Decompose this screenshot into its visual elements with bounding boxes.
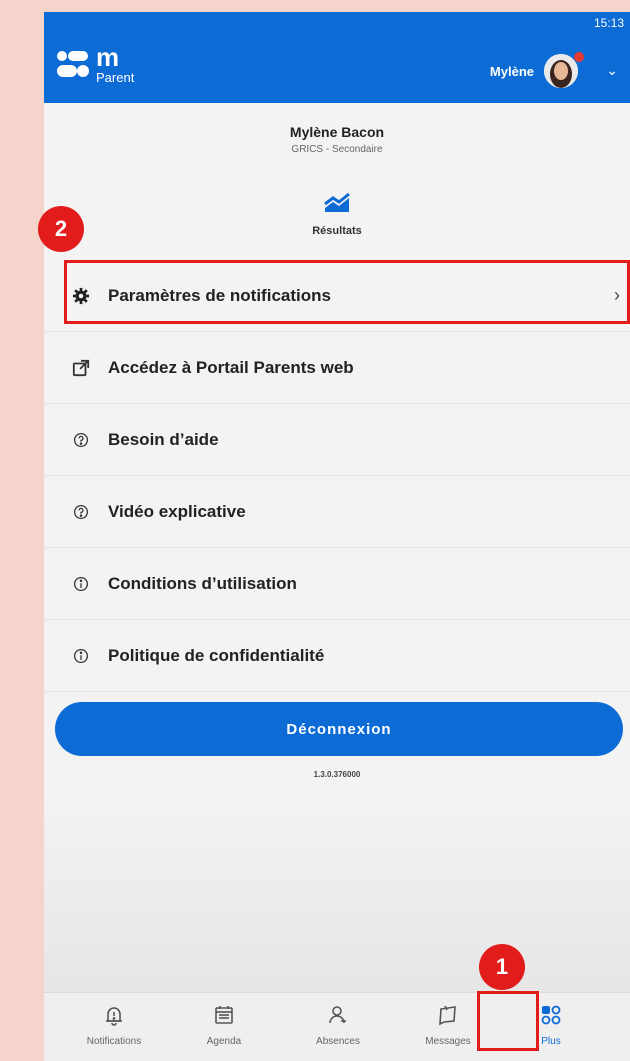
results-label: Résultats — [312, 225, 362, 237]
background-fade — [44, 792, 630, 992]
profile-block: Mylène Bacon GRICS - Secondaire — [44, 124, 630, 155]
chart-trend-icon — [324, 192, 350, 212]
menu-item-portal-web[interactable]: Accédez à Portail Parents web — [44, 332, 630, 404]
menu-item-help[interactable]: Besoin d’aide — [44, 404, 630, 476]
tab-label: Agenda — [206, 1036, 242, 1047]
message-icon — [439, 1005, 456, 1026]
bottom-tab-bar: Notifications Agenda Absences Messages P… — [44, 992, 630, 1061]
menu-item-notification-settings[interactable]: Paramètres de notifications › — [44, 260, 630, 332]
help-circle-icon — [70, 429, 92, 451]
info-icon — [70, 573, 92, 595]
settings-menu: Paramètres de notifications › Accédez à … — [44, 260, 630, 692]
logo-icon — [57, 51, 89, 77]
menu-item-label: Conditions d’utilisation — [108, 573, 297, 593]
menu-item-label: Accédez à Portail Parents web — [108, 357, 354, 377]
calendar-icon — [215, 1006, 233, 1024]
tab-label: Notifications — [86, 1036, 142, 1047]
help-circle-icon — [70, 501, 92, 523]
profile-school: GRICS - Secondaire — [291, 144, 383, 155]
tab-label: Absences — [316, 1036, 360, 1047]
annotation-highlight-plus — [477, 991, 539, 1051]
menu-item-privacy[interactable]: Politique de confidentialité — [44, 620, 630, 692]
tab-messages[interactable]: Messages — [408, 1003, 488, 1047]
annotation-highlight-box — [64, 260, 630, 324]
tab-notifications[interactable]: Notifications — [74, 1003, 154, 1047]
menu-item-label: Vidéo explicative — [108, 501, 246, 521]
menu-item-label: Politique de confidentialité — [108, 645, 325, 665]
menu-item-explainer-video[interactable]: Vidéo explicative — [44, 476, 630, 548]
results-button[interactable]: Résultats — [44, 190, 630, 237]
person-icon — [329, 1006, 346, 1024]
menu-item-label: Besoin d’aide — [108, 429, 219, 449]
external-link-icon — [70, 357, 92, 379]
info-icon — [70, 645, 92, 667]
notification-dot — [574, 52, 584, 62]
more-apps-icon — [541, 1005, 561, 1025]
annotation-step-2: 2 — [38, 206, 84, 252]
tab-label: Messages — [425, 1036, 471, 1047]
app-version: 1.3.0.376000 — [313, 770, 361, 779]
profile-name: Mylène Bacon — [289, 124, 385, 140]
annotation-step-1: 1 — [479, 944, 525, 990]
tab-absences[interactable]: Absences — [298, 1003, 378, 1047]
app-header: 15:13 m Parent Mylène ⌄ — [44, 12, 630, 103]
logout-button[interactable]: Déconnexion — [55, 702, 623, 756]
logo-parent: Parent — [96, 70, 135, 85]
status-time: 15:13 — [593, 16, 624, 30]
phone-screen: 15:13 m Parent Mylène ⌄ Mylène Bacon GRI… — [44, 12, 630, 1061]
menu-item-terms[interactable]: Conditions d’utilisation — [44, 548, 630, 620]
avatar-image — [544, 54, 578, 88]
tab-agenda[interactable]: Agenda — [184, 1003, 264, 1047]
user-name[interactable]: Mylène — [490, 64, 534, 79]
chevron-down-icon[interactable]: ⌄ — [606, 62, 618, 79]
bell-alert-icon — [106, 1007, 122, 1026]
logo-m: m — [96, 42, 120, 72]
app-logo: m Parent — [56, 42, 136, 88]
avatar[interactable] — [544, 54, 578, 88]
